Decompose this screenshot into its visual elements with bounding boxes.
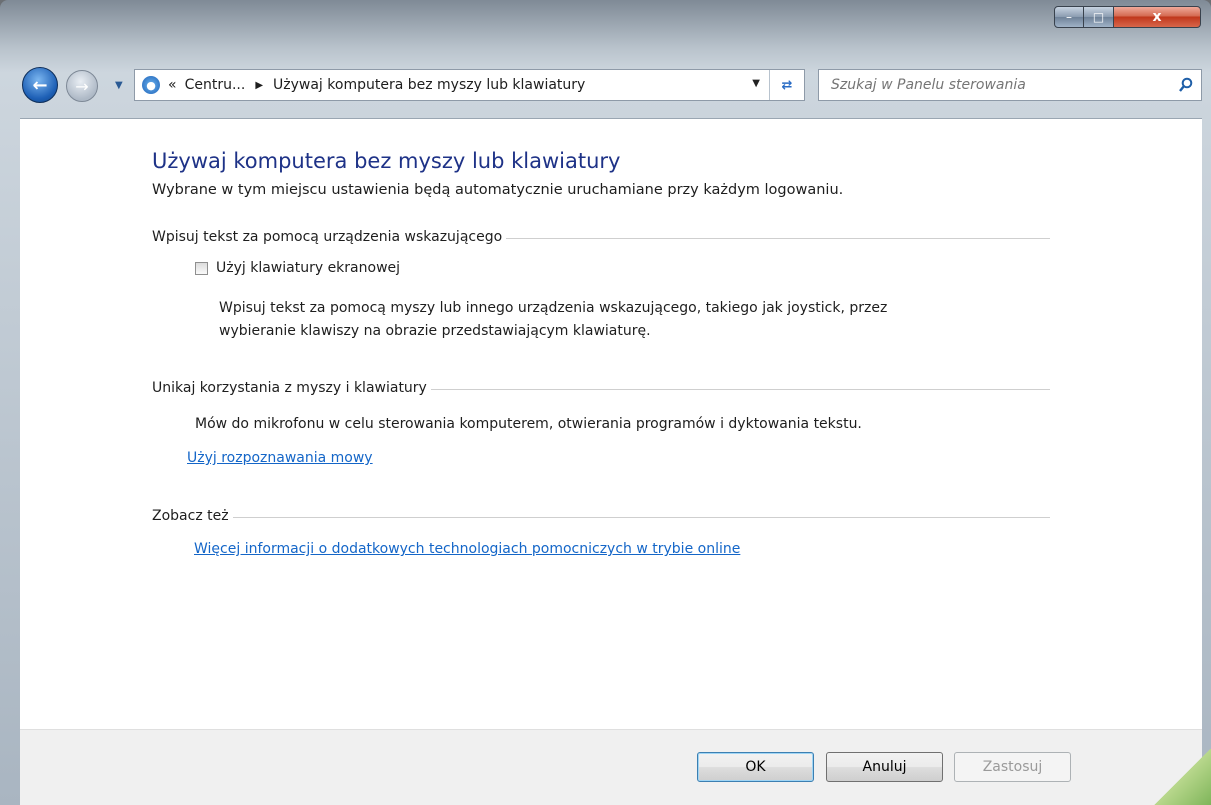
speech-description: Mów do mikrofonu w celu sterowania kompu… (195, 416, 862, 432)
control-panel-icon: ● (142, 76, 160, 94)
close-button[interactable]: x (1113, 6, 1201, 28)
more-info-online-link[interactable]: Więcej informacji o dodatkowych technolo… (194, 541, 740, 557)
speech-recognition-link[interactable]: Użyj rozpoznawania mowy (187, 450, 373, 466)
section-divider (506, 237, 1050, 239)
resize-grip[interactable] (1153, 749, 1211, 805)
search-box[interactable] (818, 69, 1202, 101)
refresh-button[interactable]: ⇄ (769, 70, 804, 100)
section-heading-text: Zobacz też (152, 508, 229, 524)
address-bar[interactable]: ● « Centru... ▶ Używaj komputera bez mys… (134, 69, 805, 101)
control-panel-window: – □ x ← → ▼ ● « Centru... ▶ Używaj kompu… (0, 0, 1211, 805)
minimize-button[interactable]: – (1054, 6, 1084, 28)
on-screen-keyboard-option[interactable]: Użyj klawiatury ekranowej (195, 260, 400, 276)
minimize-icon: – (1066, 10, 1072, 24)
apply-button[interactable]: Zastosuj (954, 752, 1071, 782)
breadcrumb-overflow[interactable]: « (168, 77, 177, 93)
forward-button[interactable]: → (66, 70, 98, 102)
maximize-icon: □ (1092, 10, 1105, 24)
section-divider (232, 516, 1050, 518)
cancel-button[interactable]: Anuluj (826, 752, 943, 782)
ok-button[interactable]: OK (697, 752, 814, 782)
section-heading-see-also: Zobacz też (152, 505, 1050, 527)
section-heading-text: Wpisuj tekst za pomocą urządzenia wskazu… (152, 229, 503, 245)
on-screen-keyboard-checkbox[interactable] (195, 261, 208, 275)
description-line-2: wybieranie klawiszy na obrazie przedstaw… (219, 323, 651, 339)
breadcrumb-separator-icon[interactable]: ▶ (255, 80, 263, 91)
section-heading-text: Unikaj korzystania z myszy i klawiatury (152, 380, 427, 396)
dialog-footer: OK Anuluj Zastosuj (20, 729, 1202, 805)
search-input[interactable] (829, 76, 1171, 94)
address-dropdown-icon[interactable]: ▼ (752, 78, 760, 89)
maximize-button[interactable]: □ (1083, 6, 1114, 28)
back-button[interactable]: ← (22, 67, 58, 103)
title-bar[interactable]: – □ x (0, 0, 1211, 46)
page-description: Wybrane w tym miejscu ustawienia będą au… (152, 182, 844, 198)
section-heading-avoid-mouse-keyboard: Unikaj korzystania z myszy i klawiatury (152, 377, 1050, 399)
on-screen-keyboard-label[interactable]: Użyj klawiatury ekranowej (216, 260, 400, 276)
content-pane: Używaj komputera bez myszy lub klawiatur… (20, 118, 1202, 730)
history-dropdown-icon[interactable]: ▼ (115, 80, 123, 91)
refresh-icon: ⇄ (781, 77, 793, 93)
breadcrumb-current[interactable]: Używaj komputera bez myszy lub klawiatur… (273, 77, 585, 93)
section-heading-pointing-device: Wpisuj tekst za pomocą urządzenia wskazu… (152, 226, 1050, 248)
back-arrow-icon: ← (32, 74, 48, 96)
description-line-1: Wpisuj tekst za pomocą myszy lub innego … (219, 300, 888, 316)
forward-arrow-icon: → (75, 76, 89, 96)
close-icon: x (1152, 9, 1162, 25)
page-title: Używaj komputera bez myszy lub klawiatur… (152, 149, 621, 173)
breadcrumb-parent[interactable]: Centru... (185, 77, 246, 93)
on-screen-keyboard-description: Wpisuj tekst za pomocą myszy lub innego … (219, 297, 887, 343)
section-divider (430, 388, 1050, 390)
search-icon[interactable] (1171, 77, 1201, 93)
